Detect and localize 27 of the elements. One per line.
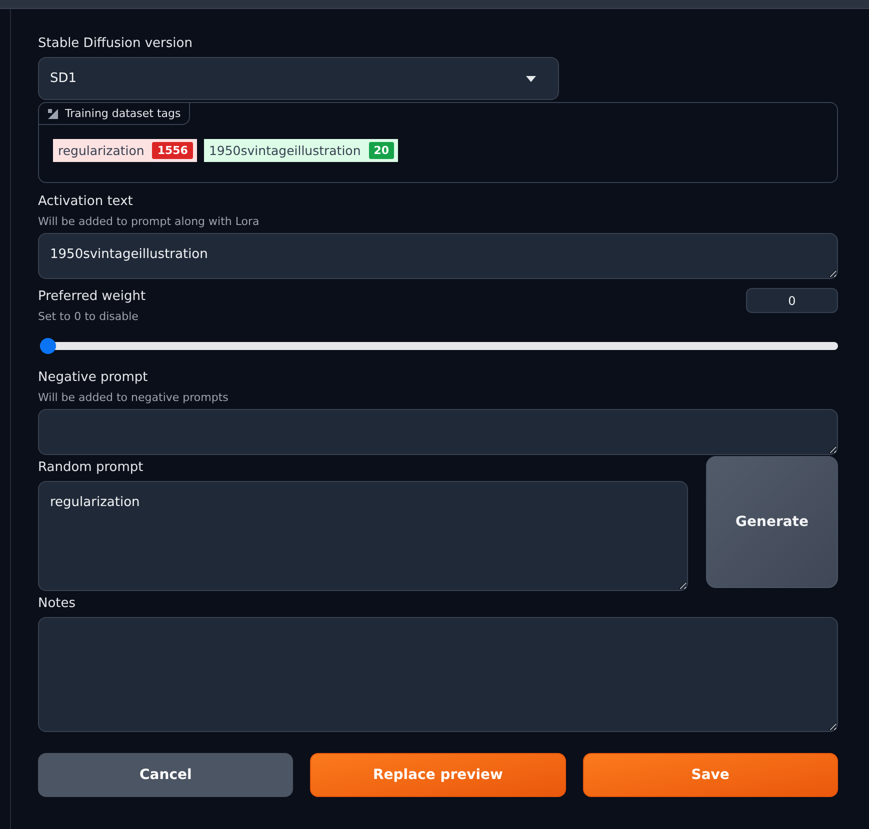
- field-label: Preferred weight: [38, 288, 146, 306]
- tag-count: 1556: [152, 142, 193, 159]
- field-hint: Set to 0 to disable: [38, 309, 140, 325]
- field-label: Notes: [38, 595, 77, 613]
- random-prompt-field[interactable]: regularization: [38, 481, 688, 591]
- tag-count: 20: [368, 142, 394, 159]
- caret-icon: [526, 76, 536, 82]
- field-label: Negative prompt: [38, 369, 149, 387]
- version-dropdown[interactable]: SD1: [38, 57, 559, 100]
- slider-thumb[interactable]: [40, 338, 56, 354]
- generate-button[interactable]: Generate: [706, 456, 838, 588]
- tag-name: regularization: [58, 143, 144, 158]
- weight-input[interactable]: 0: [746, 288, 838, 313]
- field-label: Random prompt: [38, 459, 144, 477]
- cancel-button[interactable]: Cancel: [38, 753, 294, 797]
- notes-field[interactable]: [38, 617, 838, 732]
- activation-text-field[interactable]: 1950svintageillustration: [38, 233, 838, 279]
- tag-name: 1950svintageillustration: [208, 143, 361, 158]
- panel-title: Training dataset tags: [65, 107, 181, 120]
- tag-chip[interactable]: 1950svintageillustration 20: [204, 139, 398, 162]
- field-hint: Will be added to prompt along with Lora: [38, 214, 260, 230]
- field-label: Activation text: [38, 193, 134, 211]
- label-icon: [47, 108, 59, 120]
- field-hint: Will be added to negative prompts: [38, 390, 230, 406]
- tag-chip[interactable]: regularization 1556: [53, 139, 197, 162]
- field-label: Stable Diffusion version: [38, 35, 194, 53]
- negative-prompt-field[interactable]: [38, 409, 838, 455]
